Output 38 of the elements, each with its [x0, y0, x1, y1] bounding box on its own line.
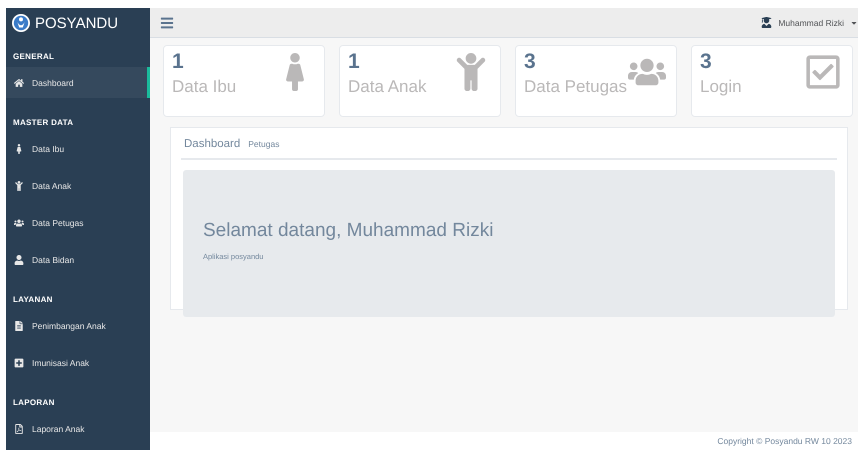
sidebar-item[interactable]: Data Ibu — [6, 133, 150, 164]
sidebar-item[interactable]: Laporan Anak — [6, 413, 150, 444]
sidebar-item[interactable]: Data Bidan — [6, 244, 150, 275]
sidebar-item[interactable]: Imunisasi Anak — [6, 347, 150, 378]
stat-label: Data Anak — [348, 77, 426, 97]
stat-count: 3 — [524, 50, 536, 74]
stat-count: 1 — [348, 50, 360, 74]
child-icon — [14, 180, 24, 190]
logo-icon — [12, 14, 30, 32]
avatar-icon — [761, 17, 772, 28]
panel-subtitle: Petugas — [248, 139, 280, 149]
sidebar-item[interactable]: Dashboard — [6, 67, 150, 98]
user-menu[interactable]: Muhammad Rizki — [761, 17, 858, 28]
sidebar-section-title: LAPORAN — [12, 397, 56, 409]
woman-icon — [14, 144, 24, 154]
sidebar-item[interactable]: Data Petugas — [6, 207, 150, 238]
sidebar-section-title: GENERAL — [12, 51, 56, 63]
plus-icon — [14, 358, 24, 368]
brand-name: POSYANDU — [35, 14, 118, 32]
stat-label: Login — [700, 77, 742, 97]
stat-label: Data Petugas — [524, 77, 628, 97]
stat-count: 3 — [700, 50, 712, 74]
person-icon — [14, 254, 24, 264]
welcome-heading: Selamat datang, Muhammad Rizki — [203, 220, 494, 242]
document-icon — [14, 320, 24, 330]
menu-icon[interactable] — [160, 16, 174, 30]
stat-count: 1 — [172, 50, 184, 74]
home-icon — [14, 78, 24, 88]
sidebar-item[interactable]: Penimbangan Anak — [6, 310, 150, 341]
pdf-file-icon — [14, 424, 24, 434]
group-icon — [14, 218, 24, 228]
sidebar-item[interactable]: Data Anak — [6, 170, 150, 201]
checkbox-icon — [804, 53, 842, 91]
panel-title: Dashboard — [184, 138, 240, 150]
footer-copyright: Copyright © Posyandu RW 10 2023 — [717, 436, 852, 446]
sidebar-section-title: LAYANAN — [12, 294, 54, 306]
stat-label: Data Ibu — [172, 77, 236, 97]
sidebar-section-title: MASTER DATA — [12, 117, 74, 129]
